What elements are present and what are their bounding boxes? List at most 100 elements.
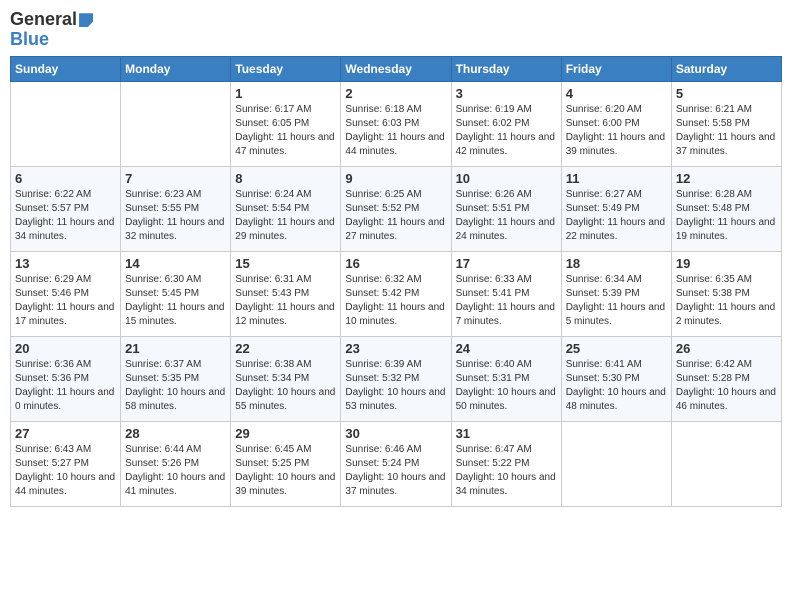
- day-cell: 18 Sunrise: 6:34 AM Sunset: 5:39 PM Dayli…: [561, 251, 671, 336]
- day-number: 7: [125, 171, 226, 186]
- day-info: Sunrise: 6:40 AM Sunset: 5:31 PM Dayligh…: [456, 358, 557, 414]
- col-header-thursday: Thursday: [451, 56, 561, 81]
- logo-blue: Blue: [10, 30, 93, 50]
- day-cell: 23 Sunrise: 6:39 AM Sunset: 5:32 PM Dayli…: [341, 336, 451, 421]
- col-header-tuesday: Tuesday: [231, 56, 341, 81]
- day-info: Sunrise: 6:37 AM Sunset: 5:35 PM Dayligh…: [125, 358, 226, 414]
- day-number: 4: [566, 86, 667, 101]
- day-number: 10: [456, 171, 557, 186]
- day-cell: 30Sunrise: 6:46 AM Sunset: 5:24 PM Dayli…: [341, 421, 451, 506]
- day-info: Sunrise: 6:18 AM Sunset: 6:03 PM Dayligh…: [345, 103, 446, 159]
- day-cell: 8 Sunrise: 6:24 AM Sunset: 5:54 PM Daylig…: [231, 166, 341, 251]
- day-info: Sunrise: 6:23 AM Sunset: 5:55 PM Dayligh…: [125, 188, 226, 244]
- day-number: 25: [566, 341, 667, 356]
- day-info: Sunrise: 6:28 AM Sunset: 5:48 PM Dayligh…: [676, 188, 777, 244]
- day-number: 5: [676, 86, 777, 101]
- day-cell: 27 Sunrise: 6:43 AM Sunset: 5:27 PM Dayli…: [11, 421, 121, 506]
- day-info: Sunrise: 6:44 AM Sunset: 5:26 PM Dayligh…: [125, 443, 226, 499]
- day-cell: 9 Sunrise: 6:25 AM Sunset: 5:52 PM Daylig…: [341, 166, 451, 251]
- day-cell: 6 Sunrise: 6:22 AM Sunset: 5:57 PM Daylig…: [11, 166, 121, 251]
- day-number: 17: [456, 256, 557, 271]
- day-number: 24: [456, 341, 557, 356]
- day-info: Sunrise: 6:19 AM Sunset: 6:02 PM Dayligh…: [456, 103, 557, 159]
- day-info: Sunrise: 6:45 AM Sunset: 5:25 PM Dayligh…: [235, 443, 336, 499]
- day-info: Sunrise: 6:35 AM Sunset: 5:38 PM Dayligh…: [676, 273, 777, 329]
- day-number: 9: [345, 171, 446, 186]
- day-cell: 13Sunrise: 6:29 AM Sunset: 5:46 PM Dayli…: [11, 251, 121, 336]
- day-cell: [561, 421, 671, 506]
- day-cell: 15 Sunrise: 6:31 AM Sunset: 5:43 PM Dayli…: [231, 251, 341, 336]
- day-number: 15: [235, 256, 336, 271]
- day-cell: 7 Sunrise: 6:23 AM Sunset: 5:55 PM Daylig…: [121, 166, 231, 251]
- day-info: Sunrise: 6:25 AM Sunset: 5:52 PM Dayligh…: [345, 188, 446, 244]
- day-cell: [121, 81, 231, 166]
- calendar-table: SundayMondayTuesdayWednesdayThursdayFrid…: [10, 56, 782, 507]
- day-cell: 21 Sunrise: 6:37 AM Sunset: 5:35 PM Dayli…: [121, 336, 231, 421]
- day-cell: 17 Sunrise: 6:33 AM Sunset: 5:41 PM Dayli…: [451, 251, 561, 336]
- week-row-4: 20 Sunrise: 6:36 AM Sunset: 5:36 PM Dayli…: [11, 336, 782, 421]
- day-cell: 10 Sunrise: 6:26 AM Sunset: 5:51 PM Dayli…: [451, 166, 561, 251]
- day-cell: 24 Sunrise: 6:40 AM Sunset: 5:31 PM Dayli…: [451, 336, 561, 421]
- day-info: Sunrise: 6:38 AM Sunset: 5:34 PM Dayligh…: [235, 358, 336, 414]
- day-info: Sunrise: 6:43 AM Sunset: 5:27 PM Dayligh…: [15, 443, 116, 499]
- day-number: 26: [676, 341, 777, 356]
- day-number: 1: [235, 86, 336, 101]
- day-number: 6: [15, 171, 116, 186]
- day-info: Sunrise: 6:36 AM Sunset: 5:36 PM Dayligh…: [15, 358, 116, 414]
- day-number: 20: [15, 341, 116, 356]
- day-number: 30: [345, 426, 446, 441]
- logo-general: General: [10, 9, 77, 29]
- week-row-1: 1 Sunrise: 6:17 AM Sunset: 6:05 PM Daylig…: [11, 81, 782, 166]
- col-header-friday: Friday: [561, 56, 671, 81]
- day-number: 31: [456, 426, 557, 441]
- week-row-3: 13Sunrise: 6:29 AM Sunset: 5:46 PM Dayli…: [11, 251, 782, 336]
- day-number: 27: [15, 426, 116, 441]
- day-number: 23: [345, 341, 446, 356]
- day-cell: 2 Sunrise: 6:18 AM Sunset: 6:03 PM Daylig…: [341, 81, 451, 166]
- day-cell: 5 Sunrise: 6:21 AM Sunset: 5:58 PM Daylig…: [671, 81, 781, 166]
- day-info: Sunrise: 6:29 AM Sunset: 5:46 PM Dayligh…: [15, 273, 116, 329]
- day-number: 11: [566, 171, 667, 186]
- day-cell: [11, 81, 121, 166]
- page-header: General Blue: [10, 10, 782, 50]
- day-number: 12: [676, 171, 777, 186]
- day-cell: 31 Sunrise: 6:47 AM Sunset: 5:22 PM Dayli…: [451, 421, 561, 506]
- day-number: 3: [456, 86, 557, 101]
- col-header-monday: Monday: [121, 56, 231, 81]
- day-info: Sunrise: 6:39 AM Sunset: 5:32 PM Dayligh…: [345, 358, 446, 414]
- day-number: 8: [235, 171, 336, 186]
- day-info: Sunrise: 6:47 AM Sunset: 5:22 PM Dayligh…: [456, 443, 557, 499]
- day-number: 16: [345, 256, 446, 271]
- day-cell: 14Sunrise: 6:30 AM Sunset: 5:45 PM Dayli…: [121, 251, 231, 336]
- day-info: Sunrise: 6:32 AM Sunset: 5:42 PM Dayligh…: [345, 273, 446, 329]
- day-info: Sunrise: 6:34 AM Sunset: 5:39 PM Dayligh…: [566, 273, 667, 329]
- day-cell: 20 Sunrise: 6:36 AM Sunset: 5:36 PM Dayli…: [11, 336, 121, 421]
- col-header-saturday: Saturday: [671, 56, 781, 81]
- day-cell: 28Sunrise: 6:44 AM Sunset: 5:26 PM Dayli…: [121, 421, 231, 506]
- week-row-2: 6 Sunrise: 6:22 AM Sunset: 5:57 PM Daylig…: [11, 166, 782, 251]
- day-cell: 26 Sunrise: 6:42 AM Sunset: 5:28 PM Dayli…: [671, 336, 781, 421]
- day-cell: [671, 421, 781, 506]
- day-info: Sunrise: 6:33 AM Sunset: 5:41 PM Dayligh…: [456, 273, 557, 329]
- day-info: Sunrise: 6:26 AM Sunset: 5:51 PM Dayligh…: [456, 188, 557, 244]
- day-cell: 12 Sunrise: 6:28 AM Sunset: 5:48 PM Dayli…: [671, 166, 781, 251]
- day-info: Sunrise: 6:42 AM Sunset: 5:28 PM Dayligh…: [676, 358, 777, 414]
- day-cell: 1 Sunrise: 6:17 AM Sunset: 6:05 PM Daylig…: [231, 81, 341, 166]
- day-cell: 11Sunrise: 6:27 AM Sunset: 5:49 PM Dayli…: [561, 166, 671, 251]
- day-cell: 16 Sunrise: 6:32 AM Sunset: 5:42 PM Dayli…: [341, 251, 451, 336]
- day-number: 18: [566, 256, 667, 271]
- day-info: Sunrise: 6:21 AM Sunset: 5:58 PM Dayligh…: [676, 103, 777, 159]
- day-info: Sunrise: 6:17 AM Sunset: 6:05 PM Dayligh…: [235, 103, 336, 159]
- col-header-wednesday: Wednesday: [341, 56, 451, 81]
- col-header-sunday: Sunday: [11, 56, 121, 81]
- day-number: 2: [345, 86, 446, 101]
- day-info: Sunrise: 6:41 AM Sunset: 5:30 PM Dayligh…: [566, 358, 667, 414]
- day-cell: 25 Sunrise: 6:41 AM Sunset: 5:30 PM Dayli…: [561, 336, 671, 421]
- day-info: Sunrise: 6:31 AM Sunset: 5:43 PM Dayligh…: [235, 273, 336, 329]
- day-info: Sunrise: 6:30 AM Sunset: 5:45 PM Dayligh…: [125, 273, 226, 329]
- day-number: 21: [125, 341, 226, 356]
- logo: General Blue: [10, 10, 93, 50]
- day-number: 19: [676, 256, 777, 271]
- day-info: Sunrise: 6:24 AM Sunset: 5:54 PM Dayligh…: [235, 188, 336, 244]
- day-info: Sunrise: 6:22 AM Sunset: 5:57 PM Dayligh…: [15, 188, 116, 244]
